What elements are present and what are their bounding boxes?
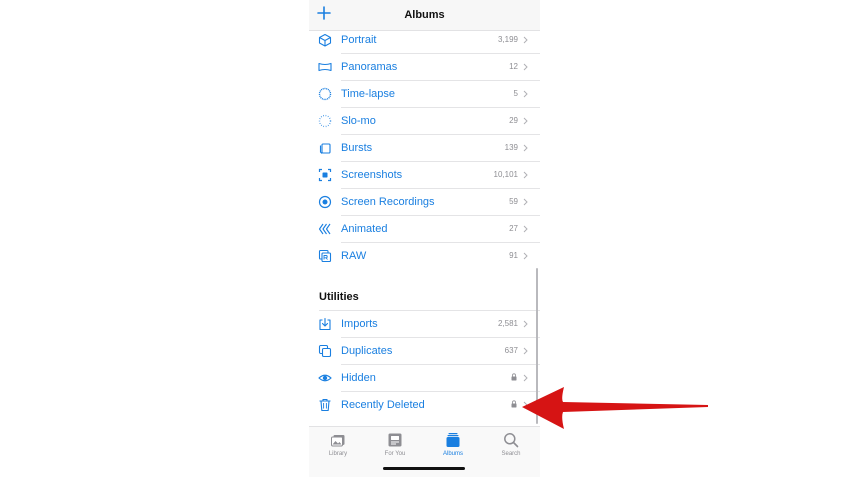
album-count: 10,101 [493,170,518,179]
album-count: 29 [509,116,518,125]
lock-icon [511,400,517,408]
home-indicator [383,467,465,470]
album-label: Time-lapse [341,88,395,100]
album-list: Portrait 3,199 Panoramas 12 Time-lapse 5 [309,27,540,419]
screenshot-icon [318,168,332,182]
red-arrow-annotation [522,387,708,429]
animated-icon [318,223,331,235]
chevron-right-icon [523,374,528,382]
album-label: Animated [341,223,388,235]
tab-label: Search [501,451,521,457]
chevron-right-icon [523,117,528,125]
album-label: Imports [341,318,378,330]
album-row-recently-deleted[interactable]: Recently Deleted [309,392,540,419]
album-row-panoramas[interactable]: Panoramas 12 [309,54,540,81]
album-row-screen-recordings[interactable]: Screen Recordings 59 [309,189,540,216]
album-count: 139 [504,143,518,152]
tab-label: For You [384,451,406,457]
tab-albums[interactable]: Albums [424,432,482,464]
albums-icon [446,433,460,447]
bursts-icon [319,143,331,154]
timelapse-icon [318,87,332,101]
photos-app-screen: Albums Portrait 3,199 Panoramas 12 Time-… [309,0,540,477]
chevron-right-icon [523,63,528,71]
utilities-section-header: Utilities [309,280,540,311]
album-label: Screen Recordings [341,196,435,208]
chevron-right-icon [523,320,528,328]
album-row-hidden[interactable]: Hidden [309,365,540,392]
album-label: RAW [341,250,367,262]
album-row-imports[interactable]: Imports 2,581 [309,311,540,338]
chevron-right-icon [523,90,528,98]
album-row-bursts[interactable]: Bursts 139 [309,135,540,162]
album-count: 5 [513,89,518,98]
album-count: 27 [509,224,518,233]
chevron-right-icon [523,347,528,355]
album-row-portrait[interactable]: Portrait 3,199 [309,27,540,54]
album-label: Screenshots [341,169,403,181]
panorama-icon [318,62,332,72]
album-count: 12 [509,62,518,71]
album-count: 637 [504,346,518,355]
album-row-duplicates[interactable]: Duplicates 637 [309,338,540,365]
album-count: 91 [509,251,518,260]
album-row-raw[interactable]: RAW 91 [309,243,540,270]
slomo-icon [318,114,332,128]
trash-icon [319,398,331,412]
album-label: Portrait [341,34,377,46]
search-icon [504,433,519,448]
chevron-right-icon [523,144,528,152]
album-label: Hidden [341,372,376,384]
album-row-animated[interactable]: Animated 27 [309,216,540,243]
album-row-screenshots[interactable]: Screenshots 10,101 [309,162,540,189]
tab-label: Library [328,451,348,457]
page-title: Albums [404,9,445,21]
for-you-icon [388,433,402,447]
album-label: Duplicates [341,345,393,357]
raw-icon [318,249,332,263]
album-row-time-lapse[interactable]: Time-lapse 5 [309,81,540,108]
album-label: Slo-mo [341,115,376,127]
chevron-right-icon [523,198,528,206]
duplicates-icon [318,344,332,358]
chevron-right-icon [523,36,528,44]
chevron-right-icon [523,171,528,179]
album-count: 3,199 [497,35,518,44]
cube-icon [318,33,332,47]
eye-icon [318,374,332,382]
album-label: Panoramas [341,61,398,73]
album-label: Recently Deleted [341,399,425,411]
import-icon [319,317,331,331]
album-count: 59 [509,197,518,206]
tab-label: Albums [442,451,463,457]
album-label: Bursts [341,142,373,154]
tab-for-you[interactable]: For You [366,432,424,464]
section-title: Utilities [319,291,359,303]
chevron-right-icon [523,252,528,260]
tab-search[interactable]: Search [482,432,540,464]
tab-library[interactable]: Library [309,432,367,464]
album-row-slo-mo[interactable]: Slo-mo 29 [309,108,540,135]
chevron-right-icon [523,225,528,233]
screen-recording-icon [318,195,332,209]
library-icon [331,435,345,447]
album-count: 2,581 [497,319,518,328]
lock-icon [511,373,517,381]
